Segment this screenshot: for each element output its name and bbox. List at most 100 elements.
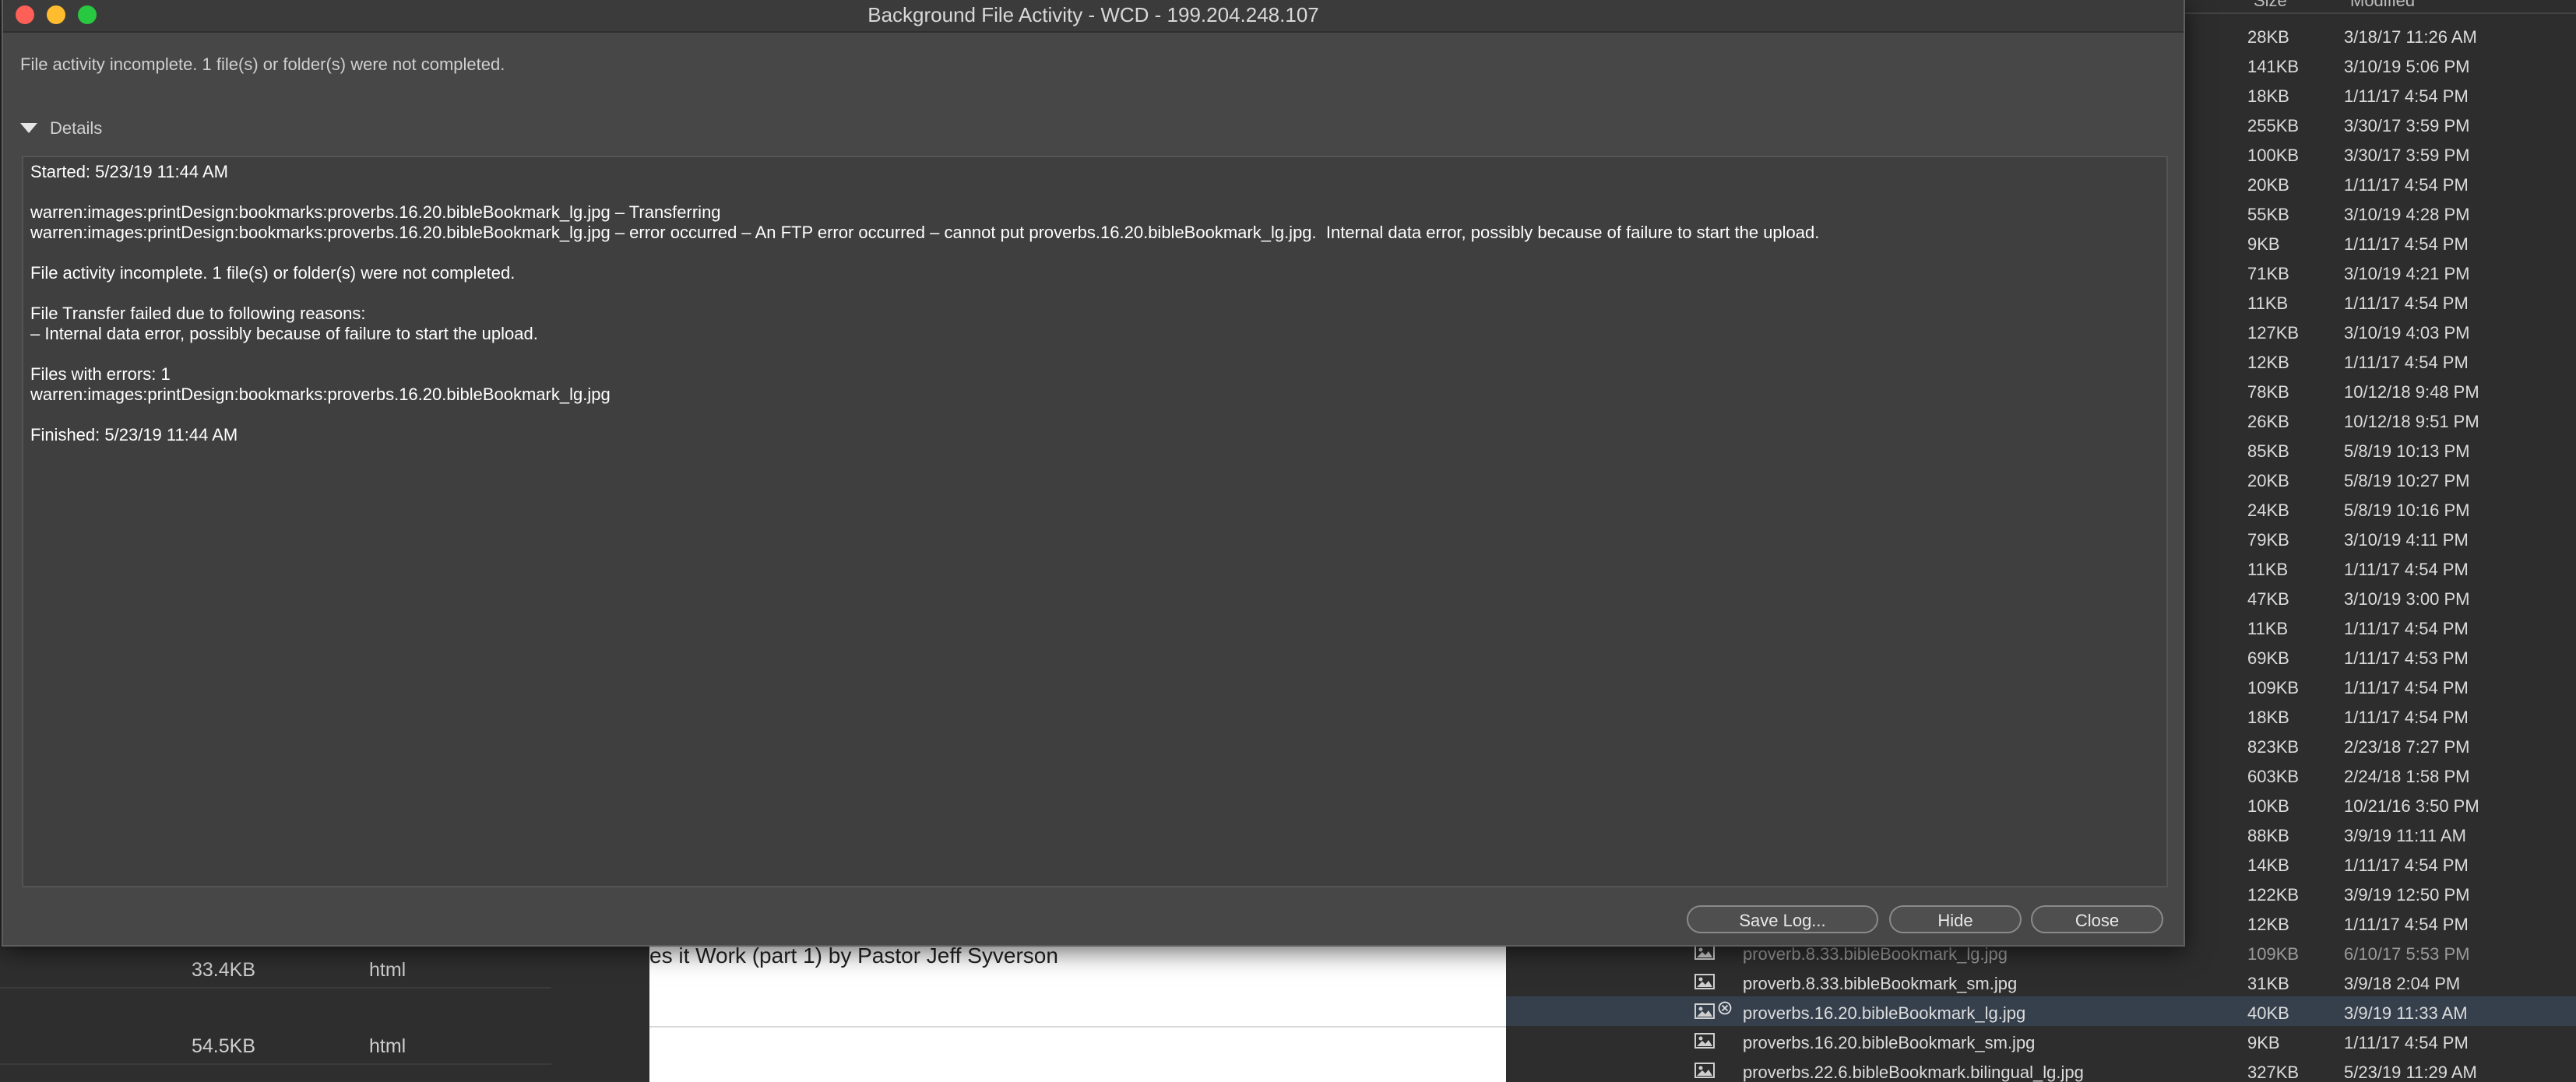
file-size: 79KB — [2247, 530, 2289, 550]
background-file-activity-dialog: Background File Activity - WCD - 199.204… — [2, 0, 2185, 947]
file-modified: 1/11/17 4:54 PM — [2344, 353, 2469, 372]
file-size: 31KB — [2247, 974, 2289, 993]
log-line: Files with errors: 1 — [30, 364, 171, 384]
file-size: 14KB — [2247, 855, 2289, 875]
file-size: 603KB — [2247, 767, 2300, 786]
log-line: – Internal data error, possibly because … — [30, 324, 538, 343]
file-row[interactable]: proverbs.16.20.bibleBookmark_sm.jpg 9KB 1/… — [1506, 1026, 2576, 1056]
file-size: 12KB — [2247, 353, 2289, 372]
file-size: 47KB — [2247, 589, 2289, 609]
file-modified: 1/11/17 4:54 PM — [2344, 175, 2469, 195]
file-modified: 2/24/18 1:58 PM — [2344, 767, 2470, 786]
file-size: 109KB — [2247, 944, 2300, 964]
file-modified: 1/11/17 4:54 PM — [2344, 855, 2469, 875]
file-size: 28KB — [2247, 27, 2289, 47]
file-name: proverb.8.33.bibleBookmark_lg.jpg — [1743, 944, 2008, 964]
file-size: 141KB — [2247, 57, 2300, 76]
file-size: 18KB — [2247, 708, 2289, 727]
left-file-row[interactable]: 33.4KB html — [0, 950, 551, 989]
file-size: 255KB — [2247, 116, 2300, 135]
file-size: 100KB — [2247, 146, 2300, 165]
file-modified: 3/10/19 3:00 PM — [2344, 589, 2470, 609]
file-modified: 3/30/17 3:59 PM — [2344, 116, 2470, 135]
column-header-size[interactable]: Size — [2254, 0, 2287, 11]
column-header-modified[interactable]: Modified — [2350, 0, 2415, 11]
file-size: 55KB — [2247, 205, 2289, 224]
dialog-titlebar[interactable]: Background File Activity - WCD - 199.204… — [3, 0, 2184, 33]
left-file-row[interactable]: 54.5KB html — [0, 1026, 551, 1065]
log-line: warren:images:printDesign:bookmarks:prov… — [30, 385, 611, 404]
file-modified: 3/9/19 11:33 AM — [2344, 1003, 2468, 1023]
save-log-button[interactable]: Save Log... — [1687, 905, 1878, 933]
file-modified: 3/9/18 2:04 PM — [2344, 974, 2461, 993]
file-size: 12KB — [2247, 915, 2289, 934]
file-name: proverbs.16.20.bibleBookmark_sm.jpg — [1743, 1033, 2036, 1052]
file-size: 71KB — [2247, 264, 2289, 283]
file-size: 40KB — [2247, 1003, 2289, 1023]
file-modified: 5/23/19 11:29 AM — [2344, 1063, 2477, 1082]
file-modified: 1/11/17 4:54 PM — [2344, 1033, 2469, 1052]
disclosure-triangle-icon[interactable] — [20, 123, 37, 133]
file-size: 24KB — [2247, 501, 2289, 520]
image-file-icon — [1694, 1033, 1715, 1049]
file-modified: 3/10/19 5:06 PM — [2344, 57, 2470, 76]
file-modified: 2/23/18 7:27 PM — [2344, 737, 2470, 757]
image-file-icon — [1694, 944, 1715, 960]
file-size: 327KB — [2247, 1063, 2300, 1082]
file-row[interactable]: proverb.8.33.bibleBookmark_sm.jpg 31KB 3/9… — [1506, 967, 2576, 996]
file-modified: 1/11/17 4:53 PM — [2344, 648, 2469, 668]
file-size: 11KB — [2247, 560, 2289, 579]
file-size: 69KB — [2247, 648, 2289, 668]
file-modified: 5/8/19 10:27 PM — [2344, 471, 2470, 490]
log-line: File Transfer failed due to following re… — [30, 304, 366, 323]
file-modified: 1/11/17 4:54 PM — [2344, 560, 2469, 579]
image-file-icon — [1694, 974, 1715, 989]
file-type: html — [369, 959, 406, 981]
file-size: 20KB — [2247, 471, 2289, 490]
file-row-selected[interactable]: proverbs.16.20.bibleBookmark_lg.jpg 40KB 3… — [1506, 996, 2576, 1026]
page-preview: es it Work (part 1) by Pastor Jeff Syver… — [649, 943, 1506, 1082]
file-modified: 3/18/17 11:26 AM — [2344, 27, 2477, 47]
file-type: html — [369, 1035, 406, 1057]
file-modified: 1/11/17 4:54 PM — [2344, 234, 2469, 254]
preview-divider — [649, 1026, 1506, 1028]
file-size: 10KB — [2247, 796, 2289, 816]
log-line: warren:images:printDesign:bookmarks:prov… — [30, 202, 721, 222]
file-size: 33.4KB — [192, 959, 256, 981]
file-modified: 3/9/19 11:11 AM — [2344, 826, 2466, 845]
file-modified: 1/11/17 4:54 PM — [2344, 619, 2469, 638]
file-modified: 3/9/19 12:50 PM — [2344, 885, 2470, 905]
file-modified: 1/11/17 4:54 PM — [2344, 86, 2469, 106]
file-size: 823KB — [2247, 737, 2300, 757]
image-file-icon — [1694, 1003, 1715, 1019]
file-row[interactable]: proverbs.22.6.bibleBookmark.bilingual_lg… — [1506, 1056, 2576, 1082]
details-label: Details — [50, 118, 103, 138]
file-size: 127KB — [2247, 323, 2300, 343]
file-modified: 10/12/18 9:48 PM — [2344, 382, 2479, 402]
file-modified: 6/10/17 5:53 PM — [2344, 944, 2470, 964]
error-icon — [1718, 999, 1732, 1015]
file-size: 18KB — [2247, 86, 2289, 106]
file-modified: 1/11/17 4:54 PM — [2344, 293, 2469, 313]
file-size: 9KB — [2247, 1033, 2280, 1052]
activity-log[interactable]: Started: 5/23/19 11:44 AM warren:images:p… — [22, 156, 2168, 887]
file-modified: 3/10/19 4:28 PM — [2344, 205, 2470, 224]
file-modified: 10/21/16 3:50 PM — [2344, 796, 2479, 816]
file-size: 122KB — [2247, 885, 2300, 905]
file-size: 78KB — [2247, 382, 2289, 402]
hide-button[interactable]: Hide — [1889, 905, 2022, 933]
file-modified: 1/11/17 4:54 PM — [2344, 915, 2469, 934]
file-size: 85KB — [2247, 441, 2289, 461]
close-button[interactable]: Close — [2031, 905, 2163, 933]
preview-heading: es it Work (part 1) by Pastor Jeff Syver… — [649, 943, 1058, 968]
image-file-icon — [1694, 1063, 1715, 1078]
file-name: proverb.8.33.bibleBookmark_sm.jpg — [1743, 974, 2018, 993]
file-modified: 1/11/17 4:54 PM — [2344, 678, 2469, 697]
log-lines: Started: 5/23/19 11:44 AM warren:images:p… — [30, 162, 1819, 445]
file-name: proverbs.22.6.bibleBookmark.bilingual_lg… — [1743, 1063, 2084, 1082]
file-modified: 3/10/19 4:21 PM — [2344, 264, 2470, 283]
file-size: 26KB — [2247, 412, 2289, 431]
